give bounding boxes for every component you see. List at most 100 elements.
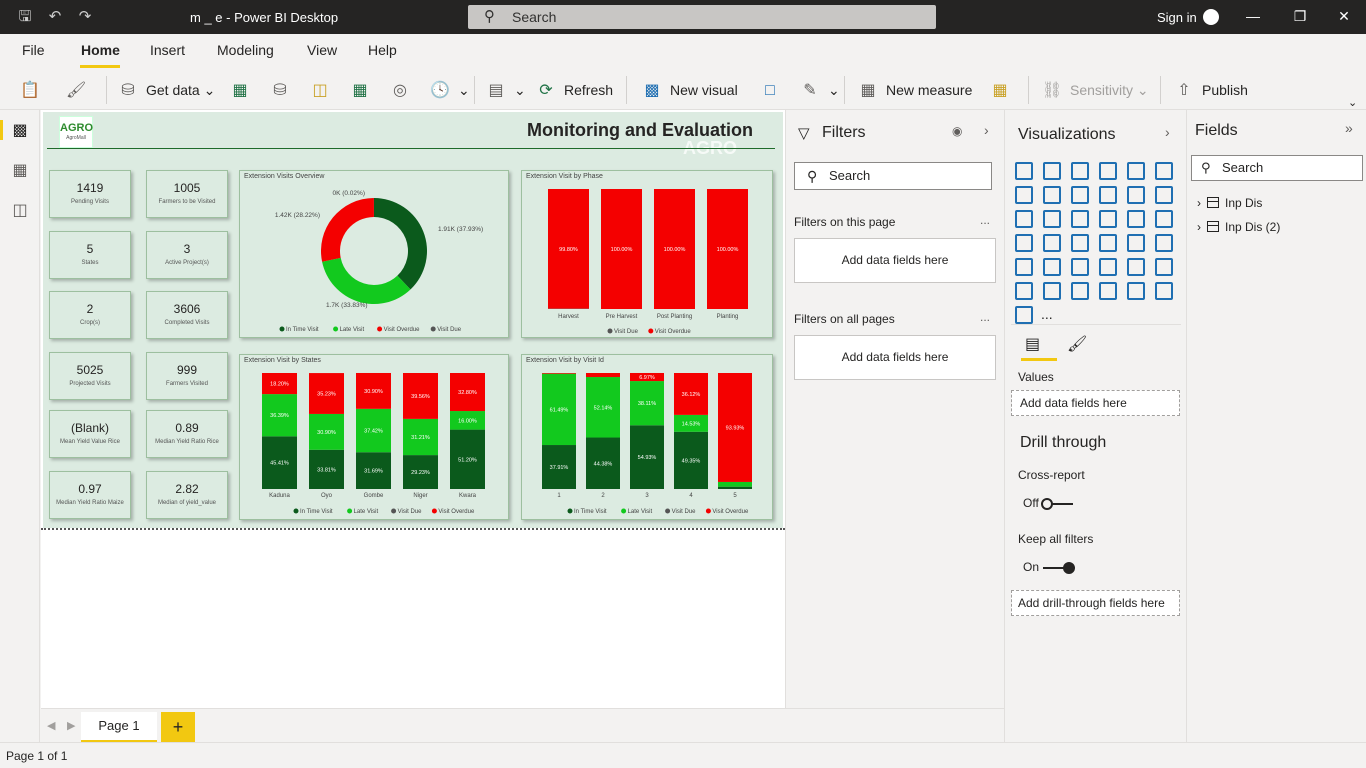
visit-id-stacked-bar-chart[interactable]: 37.91% 61.49% 1 44.38% 52.14% 2 54.93% 38.11% 6.…: [522, 355, 774, 521]
filters-search-input[interactable]: ⚲ Search: [794, 162, 992, 190]
avatar[interactable]: [1203, 9, 1219, 25]
kpi-card[interactable]: 0.97 Median Yield Ratio Maize: [49, 471, 131, 519]
power-apps-visual-icon[interactable]: [1155, 282, 1173, 300]
new-visual-button[interactable]: ▩ New visual: [642, 78, 737, 102]
sign-in-link[interactable]: Sign in: [1157, 10, 1197, 25]
kpi-visual-icon[interactable]: [1155, 234, 1173, 252]
treemap-visual-icon[interactable]: [1155, 210, 1173, 228]
map-visual-icon[interactable]: [1015, 234, 1033, 252]
kpi-card[interactable]: 1005 Farmers to be Visited: [146, 170, 228, 218]
excel-button[interactable]: ▦: [230, 78, 258, 102]
stacked-area-visual-icon[interactable]: [1071, 186, 1089, 204]
transform-data-button[interactable]: ▤ ⌄: [486, 78, 525, 102]
extension-visits-overview-panel[interactable]: Extension Visits Overview 1.91K (37.93%)…: [239, 170, 509, 338]
area-visual-icon[interactable]: [1043, 186, 1061, 204]
clustered-bar-visual-icon[interactable]: [1071, 162, 1089, 180]
text-box-button[interactable]: □: [760, 78, 788, 102]
gauge-visual-icon[interactable]: [1071, 234, 1089, 252]
next-page-icon[interactable]: ▶: [67, 719, 75, 732]
filters-all-drop-zone[interactable]: Add data fields here: [794, 335, 996, 380]
recent-sources-button[interactable]: 🕓 ⌄: [430, 78, 470, 102]
field-table-inp-dis[interactable]: › Inp Dis: [1197, 196, 1262, 210]
kpi-card[interactable]: 2 Crop(s): [49, 291, 131, 339]
filled-map-visual-icon[interactable]: [1043, 234, 1061, 252]
donut-chart[interactable]: 1.91K (37.93%) 1.7K (33.83%) 1.42K (28.22%…: [240, 171, 510, 339]
ribbon-visual-icon[interactable]: [1155, 186, 1173, 204]
dataverse-button[interactable]: ◎: [390, 78, 418, 102]
extension-visit-by-visit-id-panel[interactable]: Extension Visit by Visit Id 37.91% 61.49%…: [521, 354, 773, 520]
clustered-column-visual-icon[interactable]: [1099, 162, 1117, 180]
values-drop-zone[interactable]: Add data fields here: [1011, 390, 1180, 416]
quick-measure-button[interactable]: ▦: [990, 78, 1018, 102]
funnel-visual-icon[interactable]: [1043, 210, 1061, 228]
model-view-icon[interactable]: ◫: [10, 200, 30, 220]
fields-search-input[interactable]: ⚲ Search: [1191, 155, 1363, 181]
close-icon[interactable]: ✕: [1334, 8, 1354, 25]
kpi-card[interactable]: 0.89 Median Yield Ratio Rice: [146, 410, 228, 458]
kpi-card[interactable]: 3 Active Project(s): [146, 231, 228, 279]
prev-page-icon[interactable]: ◀: [47, 719, 55, 732]
collapse-filters-icon[interactable]: ›: [984, 122, 989, 138]
enter-data-button[interactable]: ▦: [350, 78, 378, 102]
line-clustered-visual-icon[interactable]: [1127, 186, 1145, 204]
kpi-card[interactable]: 2.82 Median of yield_value: [146, 471, 228, 519]
more-visuals-icon[interactable]: ...: [1041, 306, 1053, 322]
refresh-button[interactable]: ⟳ Refresh: [536, 78, 613, 102]
data-hub-button[interactable]: ⛁: [270, 78, 298, 102]
pie-visual-icon[interactable]: [1099, 210, 1117, 228]
title-search-box[interactable]: ⚲ Search: [468, 5, 936, 29]
table-visual-icon[interactable]: [1043, 258, 1061, 276]
states-stacked-bar-chart[interactable]: 45.41% 36.39% 18.20% Kaduna 33.81% 30.90% 35.2…: [240, 355, 510, 521]
kpi-card[interactable]: 5 States: [49, 231, 131, 279]
kpi-card[interactable]: 1419 Pending Visits: [49, 170, 131, 218]
eye-icon[interactable]: ◉: [952, 124, 962, 138]
menu-modeling[interactable]: Modeling: [217, 42, 274, 58]
kpi-card[interactable]: 999 Farmers Visited: [146, 352, 228, 400]
paste-button[interactable]: 📋: [20, 78, 48, 102]
data-view-icon[interactable]: ▦: [10, 160, 30, 180]
azure-map-visual-icon[interactable]: [1127, 282, 1145, 300]
filters-page-more-icon[interactable]: ...: [980, 213, 990, 227]
format-painter-button[interactable]: 🖌: [66, 78, 94, 102]
100-column-visual-icon[interactable]: [1155, 162, 1173, 180]
publish-button[interactable]: ⇧ Publish: [1174, 78, 1248, 102]
format-tab-icon[interactable]: 🖌: [1067, 334, 1087, 354]
decomposition-tree-visual-icon[interactable]: [1015, 282, 1033, 300]
paginated-visual-icon[interactable]: [1099, 282, 1117, 300]
stacked-column-visual-icon[interactable]: [1043, 162, 1061, 180]
card-visual-icon[interactable]: [1099, 234, 1117, 252]
ribbon-collapse-icon[interactable]: ⌄: [1348, 96, 1357, 109]
kpi-card[interactable]: 3606 Completed Visits: [146, 291, 228, 339]
filters-all-more-icon[interactable]: ...: [980, 310, 990, 324]
add-page-button[interactable]: +: [161, 712, 195, 743]
qa-visual-icon[interactable]: [1043, 282, 1061, 300]
keep-filters-toggle[interactable]: On: [1023, 560, 1076, 574]
fields-tab-icon[interactable]: ▤: [1025, 334, 1040, 354]
menu-insert[interactable]: Insert: [150, 42, 185, 58]
more-visuals-button[interactable]: ✎ ⌄: [800, 78, 839, 102]
matrix-visual-icon[interactable]: [1071, 258, 1089, 276]
slicer-visual-icon[interactable]: [1015, 258, 1033, 276]
power-automate-visual-icon[interactable]: [1015, 306, 1033, 324]
redo-icon[interactable]: ↷: [76, 8, 94, 26]
kpi-card[interactable]: 5025 Projected Visits: [49, 352, 131, 400]
r-visual-visual-icon[interactable]: [1099, 258, 1117, 276]
extension-visit-by-phase-panel[interactable]: Extension Visit by Phase 99.80% Harvest 10…: [521, 170, 773, 338]
field-table-inp-dis-2[interactable]: › Inp Dis (2): [1197, 220, 1280, 234]
menu-view[interactable]: View: [307, 42, 337, 58]
menu-help[interactable]: Help: [368, 42, 397, 58]
python-visual-visual-icon[interactable]: [1127, 258, 1145, 276]
key-influencers-visual-icon[interactable]: [1155, 258, 1173, 276]
donut-visual-icon[interactable]: [1127, 210, 1145, 228]
report-view-icon[interactable]: ▩: [10, 120, 30, 140]
kpi-card[interactable]: (Blank) Mean Yield Value Rice: [49, 410, 131, 458]
stacked-bar-visual-icon[interactable]: [1015, 162, 1033, 180]
collapse-fields-icon[interactable]: »: [1345, 120, 1353, 136]
filters-page-drop-zone[interactable]: Add data fields here: [794, 238, 996, 283]
waterfall-visual-icon[interactable]: [1015, 210, 1033, 228]
multi-row-card-visual-icon[interactable]: [1127, 234, 1145, 252]
minimize-icon[interactable]: —: [1243, 8, 1263, 24]
line-column-visual-icon[interactable]: [1099, 186, 1117, 204]
100-bar-visual-icon[interactable]: [1127, 162, 1145, 180]
get-data-button[interactable]: ⛁ Get data ⌄: [118, 78, 215, 102]
